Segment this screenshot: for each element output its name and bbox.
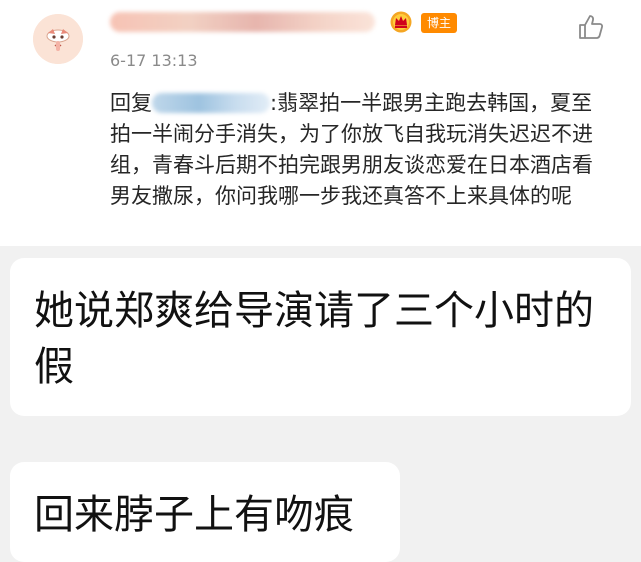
reply-prefix: 回复 <box>110 91 152 115</box>
like-button[interactable] <box>577 13 605 41</box>
mentioned-user-redacted[interactable] <box>152 93 270 113</box>
comment-card: 博主 6-17 13:13 回复:翡翠拍一半跟男主跑去韩国，夏至拍一半闹分手消失… <box>0 0 641 246</box>
message-text: 她说郑爽给导演请了三个小时的假 <box>34 288 594 390</box>
avatar[interactable] <box>33 14 83 64</box>
crown-badge-icon <box>389 11 413 33</box>
username-redacted[interactable] <box>110 12 375 32</box>
message-bubble: 回来脖子上有吻痕 <box>10 462 400 562</box>
message-bubble: 她说郑爽给导演请了三个小时的假 <box>10 258 631 416</box>
thumbs-up-icon <box>579 15 604 39</box>
timestamp: 6-17 13:13 <box>110 51 198 70</box>
role-badge: 博主 <box>421 13 458 33</box>
reply-body: 回复:翡翠拍一半跟男主跑去韩国，夏至拍一半闹分手消失，为了你放飞自我玩消失迟迟不… <box>110 88 610 212</box>
message-text: 回来脖子上有吻痕 <box>34 492 354 538</box>
avatar-face-icon <box>33 14 83 64</box>
